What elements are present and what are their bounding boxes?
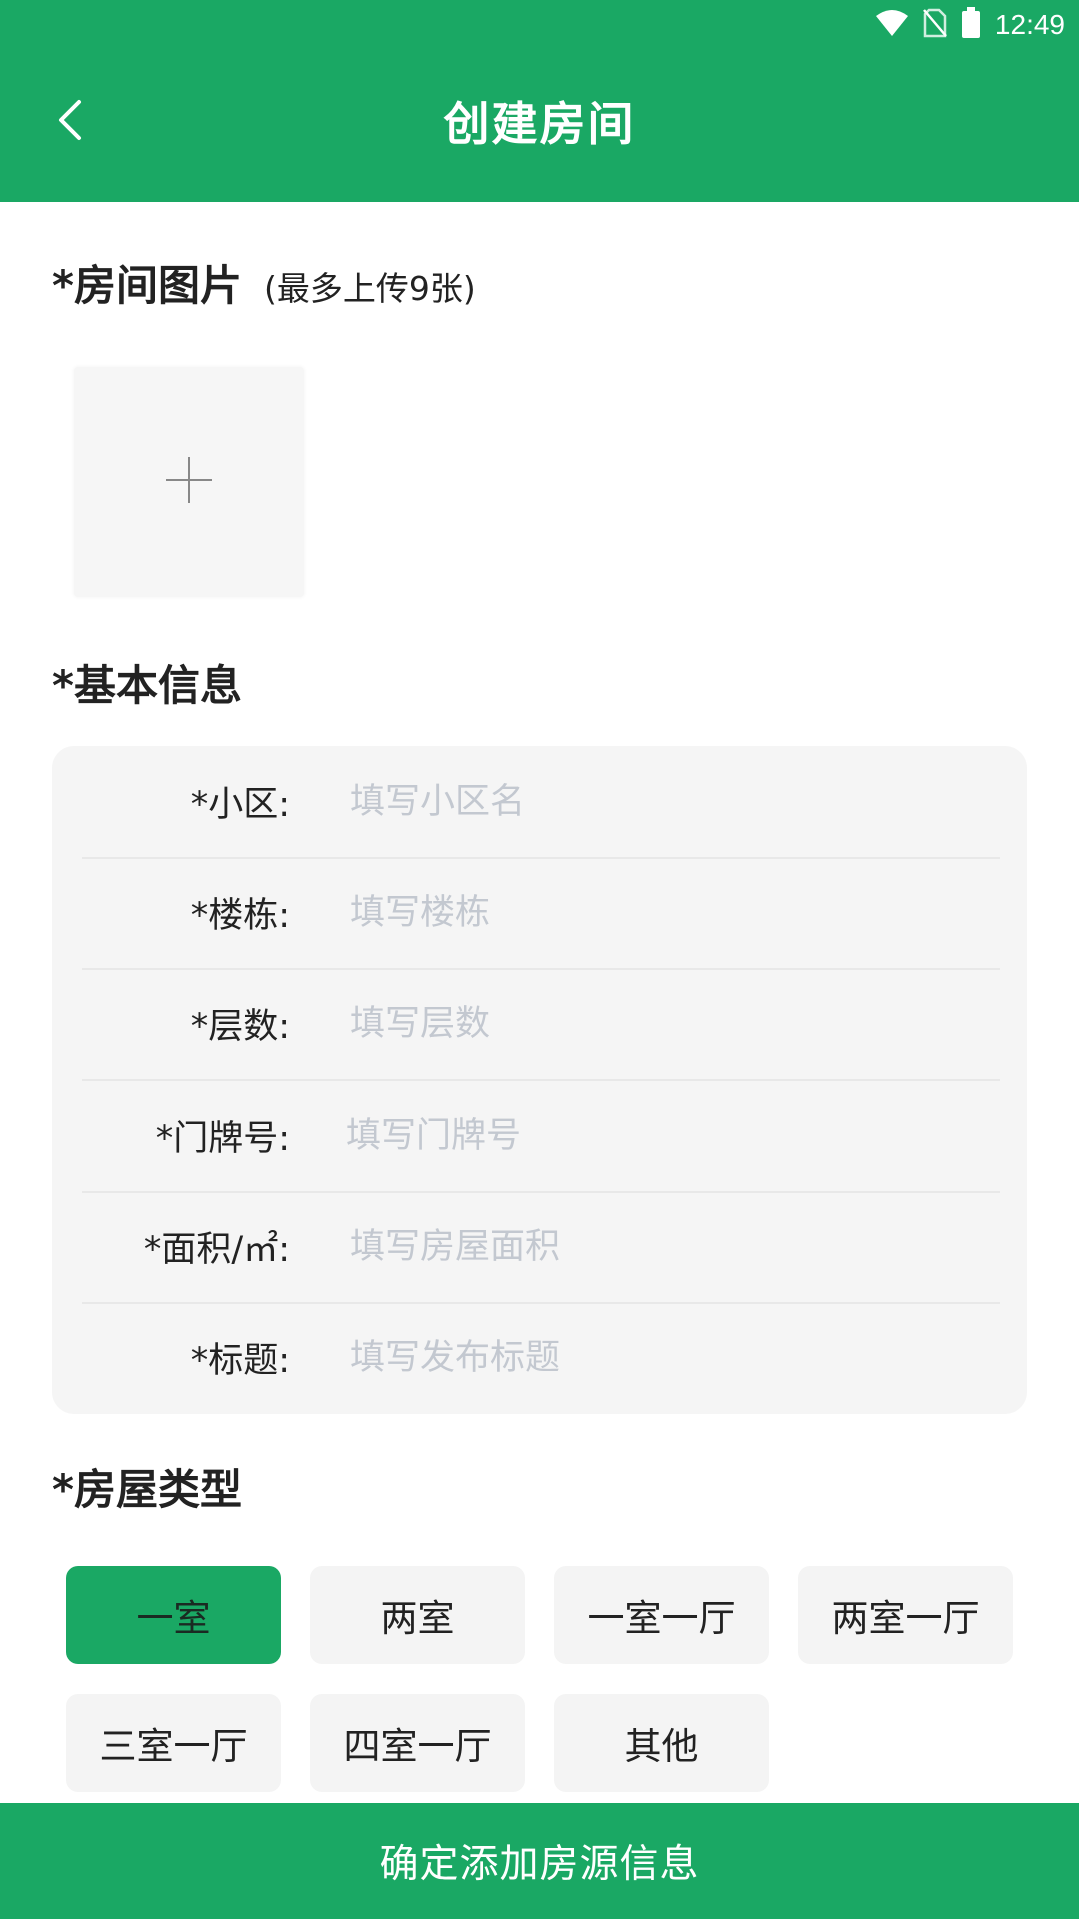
photos-section-title: *房间图片 (最多上传9张) [52, 252, 476, 313]
house-type-option[interactable]: 四室一厅 [310, 1694, 525, 1792]
plus-icon [164, 455, 214, 509]
no-sim-icon [922, 8, 947, 42]
app-header: 创建房间 [0, 50, 1079, 202]
add-photo-button[interactable] [74, 367, 304, 597]
status-bar: 12:49 [0, 0, 1079, 50]
community-input[interactable] [348, 770, 952, 833]
battery-icon [961, 7, 981, 43]
status-icons: 12:49 [875, 7, 1065, 43]
basic-info-form: *小区: *楼栋: *层数: *门牌号: *面积/㎡: *标题: [52, 746, 1027, 1414]
form-row-community: *小区: [82, 746, 1000, 859]
house-type-section-title: *房屋类型 [52, 1465, 242, 1514]
house-type-option[interactable]: 两室一厅 [798, 1566, 1013, 1664]
submit-button[interactable]: 确定添加房源信息 [0, 1803, 1079, 1919]
form-row-title: *标题: [82, 1302, 1000, 1413]
form-row-door-number: *门牌号: [82, 1080, 1000, 1193]
house-type-option[interactable]: 其他 [554, 1694, 769, 1792]
house-type-option[interactable]: 一室 [66, 1566, 281, 1664]
door-number-label: *门牌号: [155, 1119, 290, 1159]
wifi-icon [875, 9, 909, 41]
page-title: 创建房间 [443, 97, 636, 151]
community-label: *小区: [190, 785, 290, 825]
door-number-input[interactable] [344, 1104, 948, 1167]
listing-title-label: *标题: [190, 1341, 290, 1381]
listing-title-input[interactable] [348, 1326, 952, 1389]
building-input[interactable] [348, 881, 952, 944]
photos-title: *房间图片 [52, 261, 242, 310]
area-input[interactable] [348, 1215, 952, 1278]
house-type-option[interactable]: 一室一厅 [554, 1566, 769, 1664]
building-label: *楼栋: [190, 896, 290, 936]
photos-subtitle: (最多上传9张) [263, 269, 476, 308]
floor-input[interactable] [348, 992, 952, 1055]
house-type-option[interactable]: 三室一厅 [66, 1694, 281, 1792]
form-row-area: *面积/㎡: [82, 1191, 1000, 1304]
basic-section-title: *基本信息 [52, 661, 242, 710]
area-label: *面积/㎡: [143, 1230, 290, 1270]
form-row-building: *楼栋: [82, 857, 1000, 970]
status-time: 12:49 [994, 9, 1065, 40]
floor-label: *层数: [190, 1007, 290, 1047]
form-row-floor: *层数: [82, 968, 1000, 1081]
house-type-option[interactable]: 两室 [310, 1566, 525, 1664]
